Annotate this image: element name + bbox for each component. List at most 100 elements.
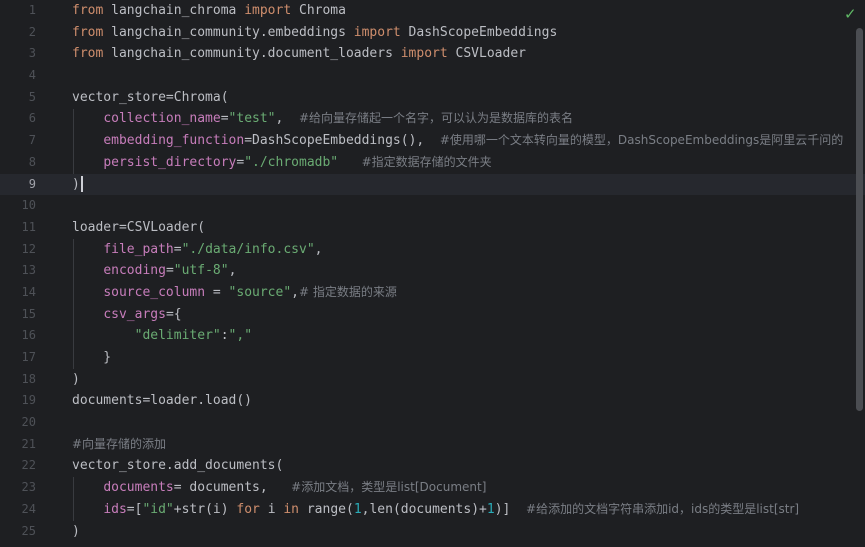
line-number: 3 [28, 46, 36, 61]
code-line[interactable]: 22 vector_store.add_documents( [0, 455, 865, 477]
code-text: csv_args={ [72, 304, 181, 326]
code-area[interactable]: 1 from langchain_chroma import Chroma 2 fro… [0, 0, 865, 542]
code-token: DashScopeEmbeddings [400, 24, 558, 40]
code-text: ids=["id"+str(i) for i in range(1,len(do… [72, 499, 799, 521]
code-token: vector_store=Chroma( [72, 89, 229, 105]
line-number: 9 [28, 176, 36, 191]
code-text: ) [72, 521, 80, 543]
code-line[interactable]: 11 loader=CSVLoader( [0, 217, 865, 239]
code-token: langchain_community.document_loaders [103, 46, 401, 62]
line-number: 20 [21, 415, 36, 430]
code-line[interactable]: 8 persist_directory="./chromadb" #指定数据存储… [0, 152, 865, 174]
code-text: embedding_function=DashScopeEmbeddings()… [72, 130, 843, 152]
comment-token: #向量存储的添加 [72, 436, 167, 451]
code-line[interactable]: 9) [0, 173, 865, 196]
line-number: 4 [28, 68, 36, 83]
code-text: #向量存储的添加 [72, 434, 166, 456]
code-line[interactable]: 20 [0, 412, 865, 434]
code-token: = [165, 263, 174, 279]
code-line[interactable]: 23 documents= documents, #添加文档，类型是list[D… [0, 477, 865, 499]
line-number: 13 [21, 263, 36, 278]
code-token: = [205, 284, 229, 300]
string-token: "delimiter" [134, 328, 221, 344]
string-token: "," [228, 328, 253, 344]
code-token: +str(i) [173, 501, 237, 517]
string-token: "utf-8" [173, 263, 229, 279]
parameter-token: persist_directory [103, 154, 237, 170]
code-token: i [259, 501, 284, 517]
code-token: , [314, 241, 323, 257]
code-text: source_column = "source",# 指定数据的来源 [72, 282, 397, 304]
parameter-token: file_path [103, 241, 174, 257]
code-token: ,len(documents)+ [361, 501, 487, 517]
code-token: = documents, [173, 480, 292, 496]
line-number: 1 [28, 3, 36, 17]
parameter-token: embedding_function [103, 133, 245, 149]
parameter-token: ids [103, 501, 127, 517]
code-token: =DashScopeEmbeddings(), [244, 133, 440, 149]
line-number: 25 [21, 523, 36, 538]
comment-token: #使用哪一个文本转向量的模型，DashScopeEmbeddings是阿里云千问… [439, 133, 844, 148]
comment-token: #添加文档，类型是list[Document] [291, 480, 487, 495]
code-line[interactable]: 15 csv_args={ [0, 304, 865, 326]
code-line[interactable]: 12 file_path="./data/info.csv", [0, 239, 865, 261]
code-line[interactable]: 7 embedding_function=DashScopeEmbeddings… [0, 130, 865, 152]
comment-token: #指定数据存储的文件夹 [361, 154, 492, 169]
code-text: vector_store=Chroma( [72, 87, 229, 109]
comment-token: #给添加的文档字符串添加id，ids的类型是list[str] [526, 501, 800, 516]
code-text: documents= documents, #添加文档，类型是list[Docu… [72, 477, 486, 499]
line-number: 2 [28, 24, 36, 39]
code-token: , [275, 111, 299, 127]
keyword-token: in [283, 501, 300, 517]
code-text: ) [72, 369, 80, 391]
string-token: "./data/info.csv" [181, 241, 315, 257]
parameter-token: documents [103, 480, 174, 496]
code-line[interactable]: 17 } [0, 347, 865, 369]
code-line[interactable]: 4 [0, 65, 865, 87]
code-line[interactable]: 13 encoding="utf-8", [0, 260, 865, 282]
code-line[interactable]: 10 [0, 195, 865, 217]
keyword-token: import [400, 46, 448, 62]
code-line[interactable]: 18) [0, 369, 865, 391]
check-icon[interactable]: ✓ [844, 5, 857, 23]
code-text: } [72, 347, 111, 369]
code-token: langchain_chroma [103, 3, 245, 18]
code-token: =[ [126, 501, 143, 517]
keyword-token: import [244, 3, 292, 18]
vertical-scrollbar[interactable] [856, 28, 863, 411]
code-text: persist_directory="./chromadb" #指定数据存储的文… [72, 152, 492, 174]
code-line[interactable]: 25) [0, 521, 865, 543]
code-line[interactable]: 14 source_column = "source",# 指定数据的来源 [0, 282, 865, 304]
text-caret [80, 176, 83, 192]
line-number: 7 [28, 133, 36, 148]
code-line[interactable]: 5 vector_store=Chroma( [0, 87, 865, 109]
code-editor[interactable]: 1 from langchain_chroma import Chroma 2 fro… [0, 0, 865, 547]
code-line[interactable]: 1 from langchain_chroma import Chroma [0, 0, 865, 22]
code-line[interactable]: 3 from langchain_community.document_loade… [0, 43, 865, 65]
code-line[interactable]: 6 collection_name="test", #给向量存储起一个名字，可以… [0, 108, 865, 130]
code-token: } [72, 350, 112, 365]
line-number: 11 [21, 219, 36, 234]
line-number: 12 [21, 241, 36, 256]
code-line[interactable]: 19 documents=loader.load() [0, 390, 865, 412]
line-number: 16 [21, 328, 36, 343]
code-token: vector_store.add_documents( [72, 458, 284, 474]
line-number: 8 [28, 154, 36, 169]
code-line[interactable]: 16 "delimiter":"," [0, 325, 865, 347]
code-text: encoding="utf-8", [72, 260, 236, 282]
string-token: "source" [228, 284, 292, 300]
code-text: from langchain_chroma import Chroma [72, 0, 346, 22]
code-line[interactable]: 21 #向量存储的添加 [0, 434, 865, 456]
code-token: ) [72, 371, 80, 387]
code-line[interactable]: 24 ids=["id"+str(i) for i in range(1,len… [0, 499, 865, 521]
comment-token: # 指定数据的来源 [299, 284, 397, 299]
line-number: 24 [21, 501, 36, 516]
code-line[interactable]: 2 from langchain_community.embeddings imp… [0, 22, 865, 44]
line-number: 5 [28, 89, 36, 104]
code-token: documents=loader.load() [72, 393, 253, 409]
